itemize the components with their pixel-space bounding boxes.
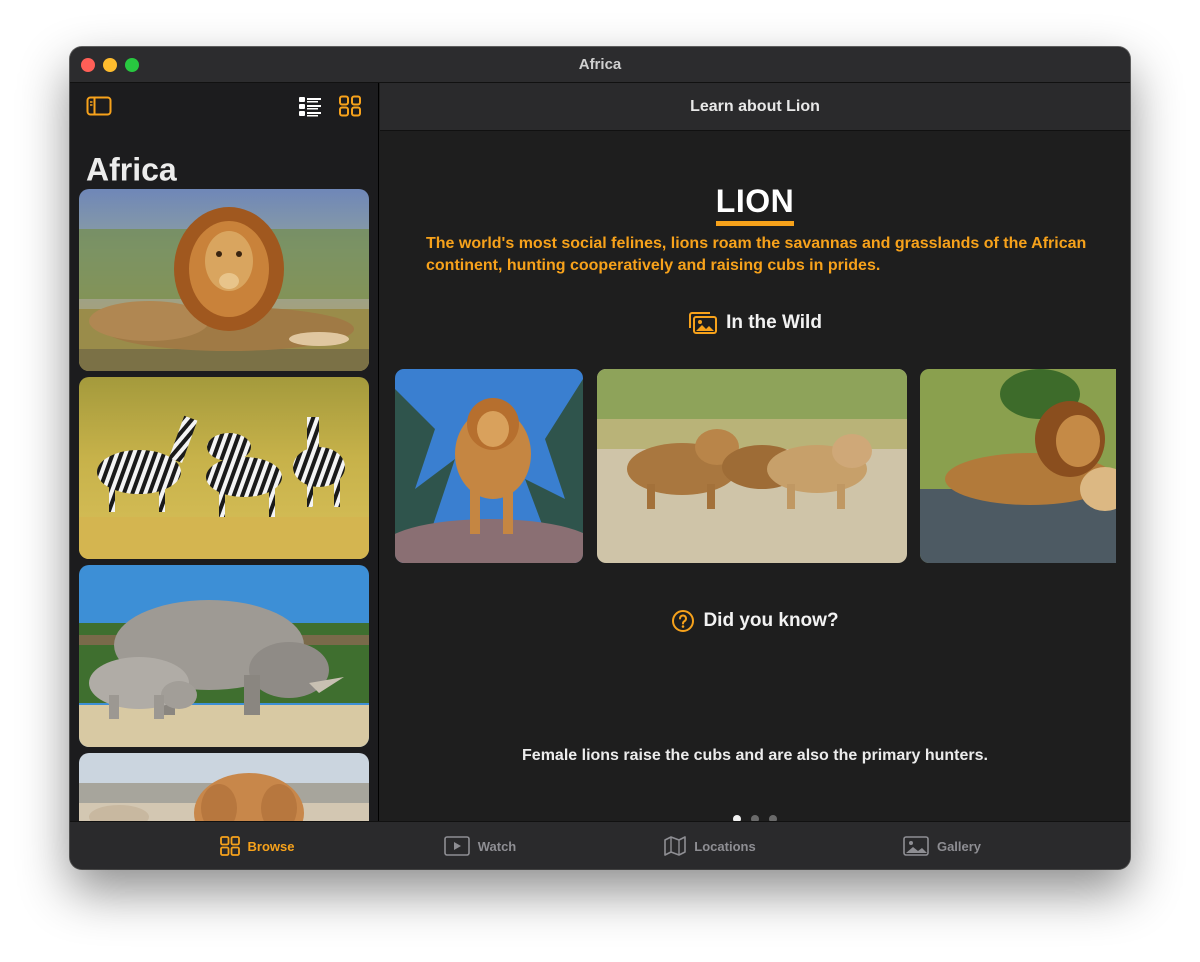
app-window: Africa Africa Learn about Lion LION The … bbox=[70, 47, 1130, 869]
tab-bar: Browse Watch Locations Gallery bbox=[70, 821, 1130, 869]
wild-photo-1[interactable] bbox=[395, 369, 583, 563]
question-circle-icon bbox=[672, 610, 695, 632]
tab-watch-label: Watch bbox=[477, 838, 517, 854]
photo-icon bbox=[903, 836, 929, 856]
map-icon bbox=[664, 836, 687, 856]
tab-browse[interactable]: Browse bbox=[137, 822, 377, 869]
animal-description: The world's most social felines, lions r… bbox=[426, 235, 1087, 274]
sidebar-toggle-icon[interactable] bbox=[86, 96, 112, 116]
rhinos-photo bbox=[79, 565, 369, 747]
tab-gallery[interactable]: Gallery bbox=[822, 822, 1062, 869]
tab-gallery-label: Gallery bbox=[936, 838, 982, 854]
close-window-button[interactable] bbox=[81, 58, 95, 72]
title-bar: Africa bbox=[70, 47, 1130, 83]
animal-heading-text: LION bbox=[715, 183, 795, 226]
list-view-icon[interactable] bbox=[298, 95, 322, 117]
grid-icon bbox=[219, 836, 240, 856]
lions-resting-photo bbox=[920, 369, 1116, 563]
in-the-wild-title: In the Wild bbox=[726, 312, 822, 333]
animal-card-lion[interactable] bbox=[79, 189, 369, 371]
window-title: Africa bbox=[578, 56, 622, 73]
tab-locations-label: Locations bbox=[694, 838, 756, 854]
did-you-know-header: Did you know? bbox=[380, 609, 1130, 633]
minimize-window-button[interactable] bbox=[103, 58, 117, 72]
in-the-wild-header: In the Wild bbox=[380, 311, 1130, 335]
tab-locations[interactable]: Locations bbox=[590, 822, 830, 869]
wild-photo-3[interactable] bbox=[920, 369, 1116, 563]
tab-watch[interactable]: Watch bbox=[360, 822, 600, 869]
tab-browse-label: Browse bbox=[247, 838, 295, 854]
wild-photo-2[interactable] bbox=[597, 369, 907, 563]
detail-navigation-bar: Learn about Lion bbox=[380, 83, 1130, 131]
did-you-know-title: Did you know? bbox=[703, 610, 839, 631]
lion-cubs-photo bbox=[597, 369, 907, 563]
elephants-photo bbox=[79, 753, 369, 821]
lion-walking-photo bbox=[395, 369, 583, 563]
sidebar-title: Africa bbox=[86, 151, 177, 188]
photos-icon bbox=[689, 312, 718, 334]
zoom-window-button[interactable] bbox=[125, 58, 139, 72]
detail-nav-title: Learn about Lion bbox=[690, 97, 820, 115]
detail-pane: Learn about Lion LION The world's most s… bbox=[380, 83, 1130, 821]
animal-card-zebras[interactable] bbox=[79, 377, 369, 559]
animal-heading: LION bbox=[380, 183, 1130, 226]
play-icon bbox=[443, 836, 470, 856]
zebras-photo bbox=[79, 377, 369, 559]
lion-photo bbox=[79, 189, 369, 371]
window-controls bbox=[81, 58, 139, 72]
sidebar: Africa bbox=[70, 83, 379, 821]
fact-text: Female lions raise the cubs and are also… bbox=[522, 747, 988, 764]
animal-card-elephants[interactable] bbox=[79, 753, 369, 821]
animal-card-rhinos[interactable] bbox=[79, 565, 369, 747]
grid-view-icon[interactable] bbox=[338, 95, 362, 117]
sidebar-toolbar bbox=[70, 83, 378, 131]
